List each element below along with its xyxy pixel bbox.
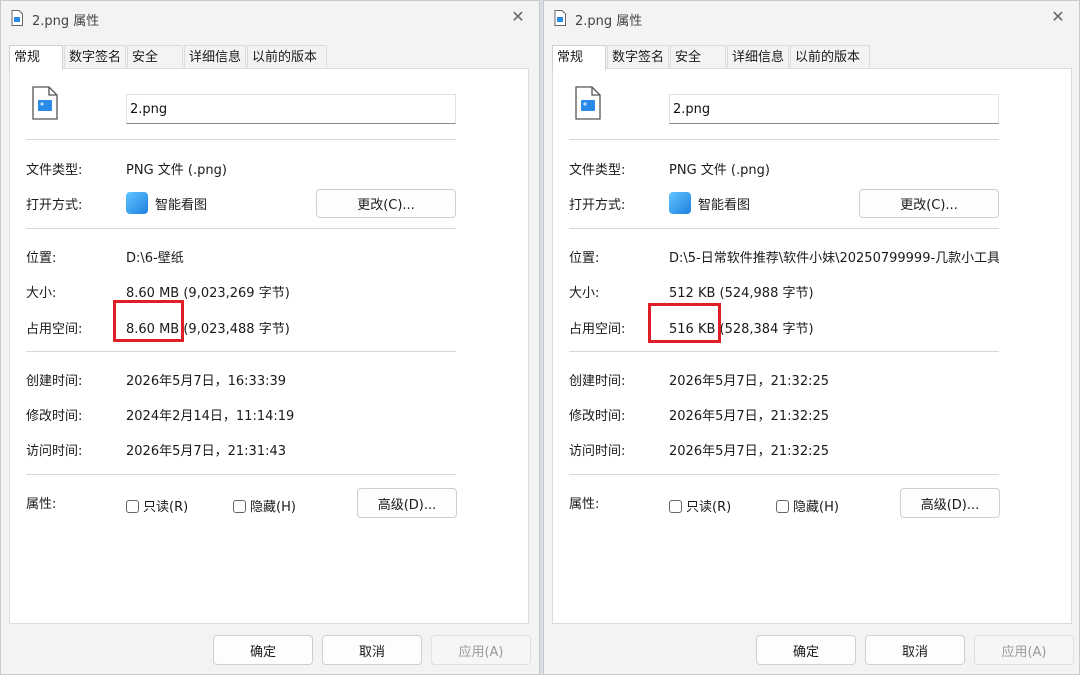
attributes-label: 属性: <box>26 497 57 512</box>
properties-dialog-left: 2.png 属性 ✕ 常规 数字签名 安全 详细信息 以前的版本 文件类型: P… <box>0 0 540 675</box>
hidden-label: 隐藏(H) <box>250 500 296 515</box>
close-icon[interactable]: ✕ <box>509 8 527 26</box>
open-with-label: 打开方式: <box>26 198 83 213</box>
accessed-label: 访问时间: <box>26 444 83 459</box>
hidden-checkbox[interactable]: 隐藏(H) <box>776 496 839 515</box>
properties-dialog-right: 2.png 属性 ✕ 常规 数字签名 安全 详细信息 以前的版本 文件类型: P… <box>543 0 1080 675</box>
open-with-label: 打开方式: <box>569 198 626 213</box>
separator <box>569 474 999 475</box>
accessed-value: 2026年5月7日，21:32:25 <box>669 444 830 459</box>
filename-input[interactable] <box>669 94 999 124</box>
advanced-button[interactable]: 高级(D)... <box>900 488 1000 518</box>
accessed-value: 2026年5月7日，21:31:43 <box>126 444 287 459</box>
apply-button[interactable]: 应用(A) <box>974 635 1074 665</box>
size-value: 512 KB (524,988 字节) <box>669 286 814 301</box>
size-value: 8.60 MB (9,023,269 字节) <box>126 286 290 301</box>
location-value: D:\6-壁纸 <box>126 251 184 266</box>
change-button[interactable]: 更改(C)... <box>316 189 456 218</box>
readonly-label: 只读(R) <box>686 500 732 515</box>
location-label: 位置: <box>569 251 600 266</box>
change-button[interactable]: 更改(C)... <box>859 189 999 218</box>
checkbox-box[interactable] <box>233 500 246 513</box>
window-title: 2.png 属性 <box>575 14 643 29</box>
created-label: 创建时间: <box>569 374 626 389</box>
tab-security[interactable]: 安全 <box>670 45 726 69</box>
separator <box>569 351 999 352</box>
file-type-label: 文件类型: <box>569 163 626 178</box>
png-file-icon <box>554 10 566 26</box>
advanced-button[interactable]: 高级(D)... <box>357 488 457 518</box>
modified-label: 修改时间: <box>26 409 83 424</box>
size-on-disk-label: 占用空间: <box>26 322 83 337</box>
checkbox-box[interactable] <box>669 500 682 513</box>
created-label: 创建时间: <box>26 374 83 389</box>
cancel-button[interactable]: 取消 <box>865 635 965 665</box>
general-panel: 文件类型: PNG 文件 (.png) 打开方式: 智能看图 更改(C)... … <box>9 68 529 624</box>
created-value: 2026年5月7日，21:32:25 <box>669 374 830 389</box>
checkbox-box[interactable] <box>776 500 789 513</box>
size-label: 大小: <box>569 286 600 301</box>
file-type-value: PNG 文件 (.png) <box>669 163 770 178</box>
ok-button[interactable]: 确定 <box>213 635 313 665</box>
size-on-disk-value: 516 KB (528,384 字节) <box>669 322 814 337</box>
tab-previous-versions[interactable]: 以前的版本 <box>790 45 870 69</box>
attributes-label: 属性: <box>569 497 600 512</box>
tab-details[interactable]: 详细信息 <box>727 45 789 69</box>
hidden-checkbox[interactable]: 隐藏(H) <box>233 496 296 515</box>
readonly-label: 只读(R) <box>143 500 189 515</box>
tab-digital-signatures[interactable]: 数字签名 <box>607 45 669 69</box>
modified-value: 2026年5月7日，21:32:25 <box>669 409 830 424</box>
separator <box>26 139 456 140</box>
ok-button[interactable]: 确定 <box>756 635 856 665</box>
filename-input[interactable] <box>126 94 456 124</box>
size-on-disk-label: 占用空间: <box>569 322 626 337</box>
readonly-checkbox[interactable]: 只读(R) <box>126 496 188 515</box>
apply-button[interactable]: 应用(A) <box>431 635 531 665</box>
checkbox-box[interactable] <box>126 500 139 513</box>
modified-label: 修改时间: <box>569 409 626 424</box>
cancel-button[interactable]: 取消 <box>322 635 422 665</box>
location-label: 位置: <box>26 251 57 266</box>
size-label: 大小: <box>26 286 57 301</box>
title-bar[interactable]: 2.png 属性 ✕ <box>544 1 1079 35</box>
tab-general[interactable]: 常规 <box>9 45 63 70</box>
separator <box>26 228 456 229</box>
close-icon[interactable]: ✕ <box>1049 8 1067 26</box>
file-type-label: 文件类型: <box>26 163 83 178</box>
title-bar[interactable]: 2.png 属性 ✕ <box>1 1 539 35</box>
tab-general[interactable]: 常规 <box>552 45 606 70</box>
separator <box>26 351 456 352</box>
modified-value: 2024年2月14日，11:14:19 <box>126 409 295 424</box>
general-panel: 文件类型: PNG 文件 (.png) 打开方式: 智能看图 更改(C)... … <box>552 68 1072 624</box>
hidden-label: 隐藏(H) <box>793 500 839 515</box>
tab-digital-signatures[interactable]: 数字签名 <box>64 45 126 69</box>
image-viewer-app-icon <box>669 192 691 214</box>
size-on-disk-value: 8.60 MB (9,023,488 字节) <box>126 322 290 337</box>
separator <box>569 228 999 229</box>
location-value: D:\5-日常软件推荐\软件小妹\20250799999-几款小工具 <box>669 251 999 266</box>
image-viewer-app-icon <box>126 192 148 214</box>
file-type-value: PNG 文件 (.png) <box>126 163 227 178</box>
png-file-icon <box>32 86 58 120</box>
tab-details[interactable]: 详细信息 <box>184 45 246 69</box>
window-title: 2.png 属性 <box>32 14 100 29</box>
accessed-label: 访问时间: <box>569 444 626 459</box>
separator <box>569 139 999 140</box>
png-file-icon <box>575 86 601 120</box>
open-with-app-name: 智能看图 <box>155 198 208 213</box>
tab-security[interactable]: 安全 <box>127 45 183 69</box>
open-with-app-name: 智能看图 <box>698 198 751 213</box>
png-file-icon <box>11 10 23 26</box>
tab-previous-versions[interactable]: 以前的版本 <box>247 45 327 69</box>
readonly-checkbox[interactable]: 只读(R) <box>669 496 731 515</box>
created-value: 2026年5月7日，16:33:39 <box>126 374 287 389</box>
separator <box>26 474 456 475</box>
